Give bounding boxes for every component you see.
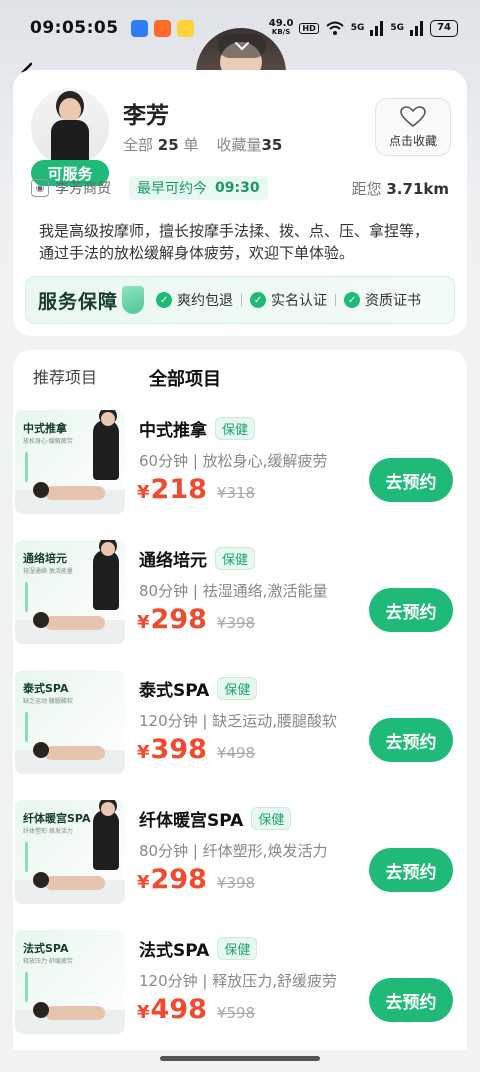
service-price: ¥498 ¥598	[137, 994, 256, 1025]
service-tag: 保健	[217, 937, 258, 960]
battery-indicator: 74	[430, 19, 458, 37]
service-thumbnail: 泰式SPA 缺乏运动·腰腿酸软	[15, 670, 125, 774]
service-price: ¥398 ¥498	[137, 734, 256, 765]
avatar[interactable]: 可服务	[31, 88, 109, 186]
book-button[interactable]: 去预约	[369, 458, 453, 502]
net-speed: 49.0 KB/S	[268, 18, 294, 37]
service-name: 泰式SPA 保健	[139, 676, 258, 701]
original-price: ¥398	[216, 614, 256, 632]
status-app-icons	[130, 19, 194, 37]
app-notification-icon	[153, 19, 171, 37]
shop-icon: ◉	[31, 179, 49, 197]
app-notification-icon	[176, 19, 194, 37]
services-panel: 推荐项目 全部项目 中式推拿 放松身心·缓解疲劳 中式推拿 保健 60分钟 | 放松…	[13, 350, 467, 1050]
tab-recommended[interactable]: 推荐项目	[33, 364, 97, 388]
signal-5g-label: 5G	[390, 23, 405, 33]
service-thumbnail: 纤体暖宫SPA 纤体塑形·焕发活力	[15, 800, 125, 904]
favorite-count: 收藏量35	[216, 136, 283, 154]
system-nav-area	[0, 1050, 480, 1072]
service-description: 120分钟 | 缺乏运动,腰腿酸软	[139, 712, 337, 730]
shop-tag[interactable]: ◉ 李芳商贸	[31, 178, 111, 198]
check-icon: ✓	[250, 292, 267, 308]
service-price: ¥298 ¥398	[137, 864, 256, 895]
check-icon: ✓	[344, 292, 361, 308]
service-price: ¥218 ¥318	[137, 474, 256, 505]
service-name: 通络培元 保健	[139, 546, 256, 571]
wifi-icon	[326, 21, 344, 35]
guarantee-item: ✓ 资质证书	[344, 290, 421, 310]
distance: 距您 3.71km	[351, 180, 449, 198]
service-thumbnail: 中式推拿 放松身心·缓解疲劳	[15, 410, 125, 514]
book-button[interactable]: 去预约	[369, 978, 453, 1022]
check-icon: ✓	[156, 292, 173, 308]
availability-tag: 最早可约今 09:30	[129, 176, 268, 200]
book-button[interactable]: 去预约	[369, 718, 453, 762]
status-time: 09:05:05	[30, 18, 119, 38]
home-indicator[interactable]	[160, 1056, 320, 1061]
favorite-button[interactable]: 点击收藏	[375, 98, 451, 156]
service-price: ¥298 ¥398	[137, 604, 256, 635]
therapist-bio: 我是高级按摩师，擅长按摩手法揉、拨、点、压、拿捏等，通过手法的放松缓解身体疲劳，…	[39, 222, 430, 262]
guarantee-title: 服务保障	[38, 290, 119, 313]
hd-icon: HD	[299, 22, 319, 34]
service-name: 法式SPA 保健	[139, 936, 258, 961]
book-button[interactable]: 去预约	[369, 588, 453, 632]
app-notification-icon	[130, 19, 148, 37]
service-tag: 保健	[251, 807, 292, 830]
guarantee-item: ✓ 爽约包退	[156, 290, 233, 310]
service-tag: 保健	[217, 677, 258, 700]
guarantee-item: ✓ 实名认证	[250, 290, 327, 310]
service-description: 80分钟 | 纤体塑形,焕发活力	[139, 842, 328, 860]
book-button[interactable]: 去预约	[369, 848, 453, 892]
service-description: 60分钟 | 放松身心,缓解疲劳	[139, 452, 328, 470]
service-thumbnail: 通络培元 祛湿通络·激活能量	[15, 540, 125, 644]
avatar-image	[31, 88, 109, 166]
therapist-profile-card: 可服务 李芳 全部 25 单 收藏量35 点击收藏 ◉ 李芳商贸 最早可约今 09…	[13, 70, 467, 336]
service-tabs: 推荐项目 全部项目	[13, 350, 467, 400]
divider	[241, 294, 243, 306]
original-price: ¥598	[216, 1004, 256, 1022]
heart-icon	[400, 105, 426, 127]
service-card[interactable]: 中式推拿 放松身心·缓解疲劳 中式推拿 保健 60分钟 | 放松身心,缓解疲劳 ¥2…	[13, 402, 467, 518]
original-price: ¥318	[216, 484, 256, 502]
favorite-button-label: 点击收藏	[388, 133, 437, 148]
divider	[335, 294, 337, 306]
service-card[interactable]: 通络培元 祛湿通络·激活能量 通络培元 保健 80分钟 | 祛湿通络,激活能量 ¥2…	[13, 532, 467, 648]
service-thumbnail: 法式SPA 释放压力·舒缓疲劳	[15, 930, 125, 1034]
service-guarantee-bar[interactable]: 服务保障 ✓ 爽约包退 ✓ 实名认证 ✓ 资质证书	[25, 276, 455, 324]
tab-all[interactable]: 全部项目	[147, 365, 223, 391]
shop-name: 李芳商贸	[55, 181, 111, 197]
shield-icon	[122, 286, 145, 314]
original-price: ¥398	[216, 874, 256, 892]
service-tag: 保健	[215, 417, 256, 440]
signal-icon	[370, 21, 384, 36]
chevron-down-icon	[235, 42, 249, 51]
signal-icon	[410, 21, 424, 36]
service-name: 纤体暖宫SPA 保健	[139, 806, 292, 831]
service-description: 120分钟 | 释放压力,舒缓疲劳	[139, 972, 337, 990]
service-card[interactable]: 法式SPA 释放压力·舒缓疲劳 法式SPA 保健 120分钟 | 释放压力,舒缓疲劳…	[13, 922, 467, 1038]
therapist-name: 李芳	[123, 103, 169, 129]
service-card[interactable]: 泰式SPA 缺乏运动·腰腿酸软 泰式SPA 保健 120分钟 | 缺乏运动,腰腿酸软…	[13, 662, 467, 778]
service-tag: 保健	[215, 547, 256, 570]
service-name: 中式推拿 保健	[139, 416, 256, 441]
service-description: 80分钟 | 祛湿通络,激活能量	[139, 582, 328, 600]
status-indicators: 49.0 KB/S HD 5G 5G 74	[269, 19, 458, 37]
therapist-stats: 全部 25 单 收藏量35	[123, 134, 282, 155]
original-price: ¥498	[216, 744, 256, 762]
service-card[interactable]: 纤体暖宫SPA 纤体塑形·焕发活力 纤体暖宫SPA 保健 80分钟 | 纤体塑形,焕…	[13, 792, 467, 908]
signal-5g-label: 5G	[350, 23, 365, 33]
collapse-button[interactable]	[218, 34, 266, 58]
order-count: 全部 25 单	[123, 136, 199, 154]
